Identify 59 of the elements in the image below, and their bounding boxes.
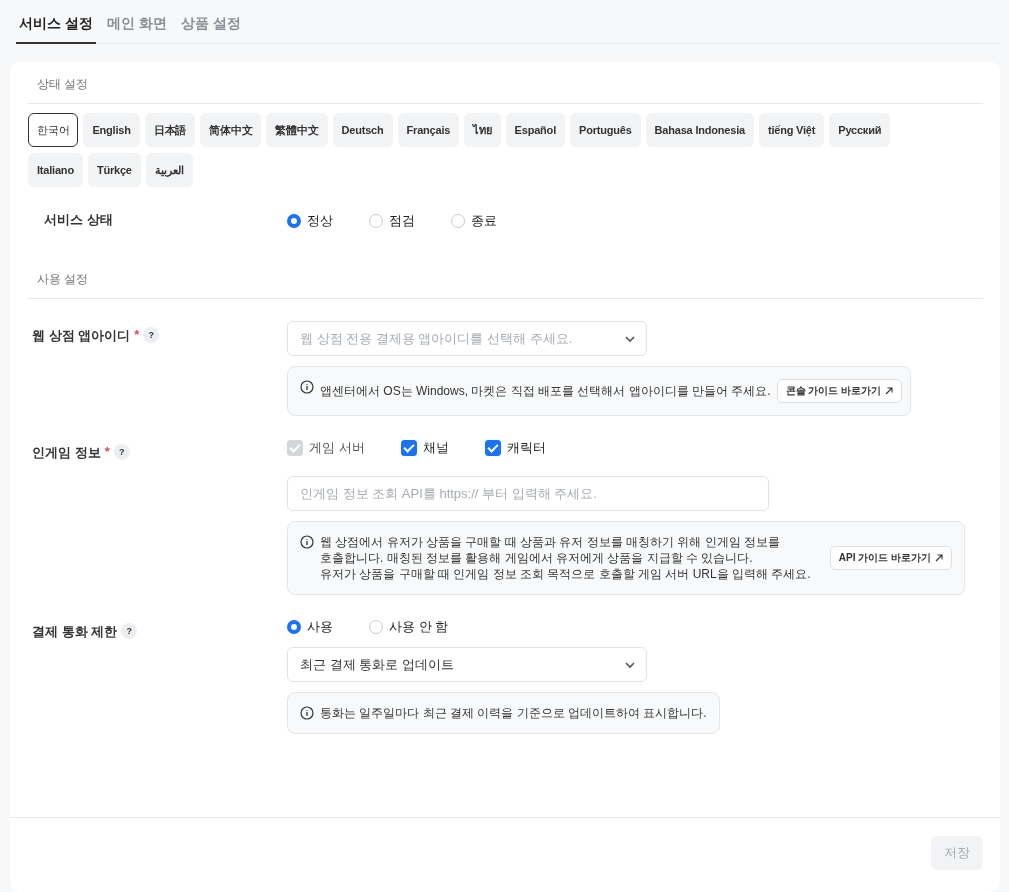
language-tab[interactable]: Русский — [829, 113, 891, 147]
language-tab[interactable]: Português — [570, 113, 641, 147]
chevron-down-icon — [624, 334, 636, 343]
radio-button[interactable] — [369, 620, 383, 634]
info-text: 유저가 상품을 구매할 때 인게임 정보 조회 목적으로 호출할 게임 서버 URL을 입력해 주세요. — [320, 566, 811, 582]
language-tab[interactable]: 繁體中文 — [266, 113, 328, 147]
info-icon — [300, 535, 314, 549]
language-tab[interactable]: 日本語 — [144, 113, 196, 147]
help-badge[interactable]: ? — [143, 327, 160, 343]
section-title: 사용 설정 — [28, 271, 983, 299]
api-url-field[interactable]: 인게임 정보 조회 API를 https:// 부터 입력해 주세요. — [287, 476, 769, 511]
section-title: 상태 설정 — [28, 76, 983, 104]
info-text: 호출합니다. 매칭된 정보를 활용해 게임에서 유저에게 상품을 지급할 수 있습니다. — [320, 550, 754, 566]
language-tab[interactable]: 简体中文 — [200, 113, 262, 147]
language-tab[interactable]: 한국어 — [28, 113, 79, 147]
info-icon — [300, 380, 314, 394]
chevron-down-icon — [624, 660, 636, 669]
radio-label: 정상 — [307, 212, 333, 230]
language-tab[interactable]: Español — [505, 113, 565, 147]
tab[interactable]: 서비스 설정 — [16, 8, 96, 44]
external-arrow-icon — [935, 554, 943, 562]
help-badge[interactable]: ? — [121, 623, 138, 639]
language-tab[interactable]: Türkçe — [87, 153, 141, 187]
language-tab[interactable]: ไทย — [464, 113, 501, 147]
checkbox-label: 캐릭터 — [506, 439, 546, 457]
language-tab[interactable]: Bahasa Indonesia — [645, 113, 754, 147]
help-badge[interactable]: ? — [113, 444, 130, 460]
language-tab[interactable]: Français — [397, 113, 460, 147]
language-tab[interactable]: Deutsch — [332, 113, 393, 147]
radio-label: 사용 안 함 — [389, 618, 449, 636]
checkbox-label: 게임 서버 — [309, 439, 365, 457]
required-mark: * — [104, 444, 110, 459]
radio-button[interactable] — [287, 214, 301, 228]
external-arrow-icon — [885, 387, 894, 395]
radio-label: 종료 — [471, 212, 497, 230]
language-tab[interactable]: العربية — [145, 153, 193, 187]
language-tab[interactable]: English — [83, 113, 140, 147]
required-mark: * — [134, 327, 140, 342]
checkbox-label: 채널 — [422, 439, 449, 457]
guide-link-button[interactable]: 콘솔 가이드 바로가기 — [776, 379, 903, 403]
field-label: 결제 통화 제한 — [32, 623, 118, 641]
checkbox[interactable] — [484, 440, 501, 456]
info-icon — [300, 706, 314, 720]
guide-link-button[interactable]: API 가이드 바로가기 — [829, 546, 952, 570]
radio-label: 점검 — [389, 212, 415, 230]
radio-button[interactable] — [369, 214, 383, 228]
checkbox[interactable] — [400, 440, 417, 456]
info-text: 앱센터에서 OS는 Windows, 마켓은 직접 배포를 선택해서 앱아이디를 만들어 주세요. — [320, 383, 771, 399]
radio-button[interactable] — [287, 620, 301, 634]
field-label: 서비스 상태 — [43, 211, 114, 229]
currency-select[interactable]: 최근 결제 통화로 업데이트 — [287, 647, 647, 682]
field-label: 인게임 정보 — [32, 444, 101, 462]
language-tab[interactable]: tiếng Việt — [758, 113, 825, 147]
radio-label: 사용 — [307, 618, 333, 636]
info-text: 웹 상점에서 유저가 상품을 구매할 때 상품과 유저 정보를 매칭하기 위해 인게임 정보를 — [320, 534, 781, 550]
info-text: 통화는 일주일마다 최근 결제 이력을 기준으로 업데이트하여 표시합니다. — [320, 705, 707, 721]
field-label: 웹 상점 앱아이디 — [32, 327, 131, 345]
language-tab[interactable]: Italiano — [28, 153, 83, 187]
radio-button[interactable] — [451, 214, 465, 228]
